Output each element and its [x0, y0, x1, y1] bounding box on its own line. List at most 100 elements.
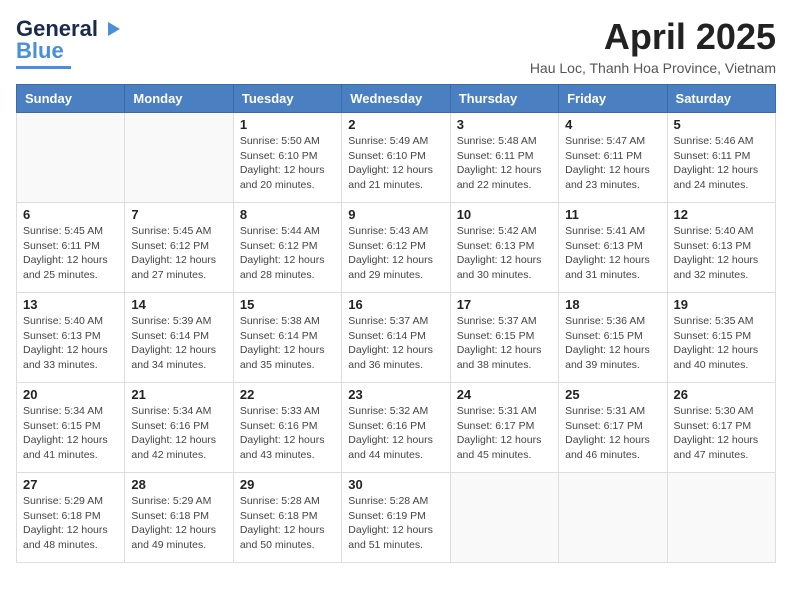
day-info: Sunrise: 5:32 AMSunset: 6:16 PMDaylight:… [348, 404, 443, 463]
day-number: 16 [348, 297, 443, 312]
day-number: 21 [131, 387, 226, 402]
week-row-2: 6 Sunrise: 5:45 AMSunset: 6:11 PMDaylight… [17, 203, 776, 293]
day-info: Sunrise: 5:29 AMSunset: 6:18 PMDaylight:… [23, 494, 118, 553]
day-number: 5 [674, 117, 769, 132]
calendar-cell: 30 Sunrise: 5:28 AMSunset: 6:19 PMDayligh… [342, 473, 450, 563]
day-number: 1 [240, 117, 335, 132]
header-tuesday: Tuesday [233, 85, 341, 113]
day-number: 12 [674, 207, 769, 222]
day-info: Sunrise: 5:46 AMSunset: 6:11 PMDaylight:… [674, 134, 769, 193]
day-number: 24 [457, 387, 552, 402]
calendar-cell: 3 Sunrise: 5:48 AMSunset: 6:11 PMDaylight… [450, 113, 558, 203]
calendar-cell: 7 Sunrise: 5:45 AMSunset: 6:12 PMDaylight… [125, 203, 233, 293]
day-info: Sunrise: 5:40 AMSunset: 6:13 PMDaylight:… [23, 314, 118, 373]
calendar-cell: 6 Sunrise: 5:45 AMSunset: 6:11 PMDaylight… [17, 203, 125, 293]
calendar-cell: 18 Sunrise: 5:36 AMSunset: 6:15 PMDayligh… [559, 293, 667, 383]
day-info: Sunrise: 5:36 AMSunset: 6:15 PMDaylight:… [565, 314, 660, 373]
day-info: Sunrise: 5:45 AMSunset: 6:11 PMDaylight:… [23, 224, 118, 283]
header-sunday: Sunday [17, 85, 125, 113]
day-number: 23 [348, 387, 443, 402]
day-number: 26 [674, 387, 769, 402]
day-info: Sunrise: 5:48 AMSunset: 6:11 PMDaylight:… [457, 134, 552, 193]
calendar-cell: 10 Sunrise: 5:42 AMSunset: 6:13 PMDayligh… [450, 203, 558, 293]
logo-icon [100, 18, 122, 40]
day-info: Sunrise: 5:42 AMSunset: 6:13 PMDaylight:… [457, 224, 552, 283]
week-row-3: 13Sunrise: 5:40 AMSunset: 6:13 PMDayligh… [17, 293, 776, 383]
day-info: Sunrise: 5:37 AMSunset: 6:14 PMDaylight:… [348, 314, 443, 373]
day-number: 10 [457, 207, 552, 222]
day-info: Sunrise: 5:50 AMSunset: 6:10 PMDaylight:… [240, 134, 335, 193]
calendar-cell: 25 Sunrise: 5:31 AMSunset: 6:17 PMDayligh… [559, 383, 667, 473]
calendar-cell: 27 Sunrise: 5:29 AMSunset: 6:18 PMDayligh… [17, 473, 125, 563]
day-number: 8 [240, 207, 335, 222]
subtitle: Hau Loc, Thanh Hoa Province, Vietnam [530, 60, 776, 76]
calendar-cell: 28Sunrise: 5:29 AMSunset: 6:18 PMDayligh… [125, 473, 233, 563]
calendar-cell: 9Sunrise: 5:43 AMSunset: 6:12 PMDaylight… [342, 203, 450, 293]
calendar-cell: 8 Sunrise: 5:44 AMSunset: 6:12 PMDaylight… [233, 203, 341, 293]
day-number: 2 [348, 117, 443, 132]
day-info: Sunrise: 5:41 AMSunset: 6:13 PMDaylight:… [565, 224, 660, 283]
page-header: General Blue April 2025 Hau Loc, Thanh H… [16, 16, 776, 76]
day-number: 15 [240, 297, 335, 312]
title-block: April 2025 Hau Loc, Thanh Hoa Province, … [530, 16, 776, 76]
day-info: Sunrise: 5:31 AMSunset: 6:17 PMDaylight:… [565, 404, 660, 463]
day-number: 29 [240, 477, 335, 492]
day-number: 19 [674, 297, 769, 312]
day-number: 11 [565, 207, 660, 222]
calendar-cell: 17Sunrise: 5:37 AMSunset: 6:15 PMDayligh… [450, 293, 558, 383]
calendar-cell: 4 Sunrise: 5:47 AMSunset: 6:11 PMDaylight… [559, 113, 667, 203]
calendar-cell: 22Sunrise: 5:33 AMSunset: 6:16 PMDayligh… [233, 383, 341, 473]
day-number: 20 [23, 387, 118, 402]
day-number: 6 [23, 207, 118, 222]
day-info: Sunrise: 5:44 AMSunset: 6:12 PMDaylight:… [240, 224, 335, 283]
day-info: Sunrise: 5:43 AMSunset: 6:12 PMDaylight:… [348, 224, 443, 283]
day-info: Sunrise: 5:39 AMSunset: 6:14 PMDaylight:… [131, 314, 226, 373]
day-info: Sunrise: 5:40 AMSunset: 6:13 PMDaylight:… [674, 224, 769, 283]
day-number: 4 [565, 117, 660, 132]
calendar-cell: 11 Sunrise: 5:41 AMSunset: 6:13 PMDayligh… [559, 203, 667, 293]
header-wednesday: Wednesday [342, 85, 450, 113]
calendar-cell: 21 Sunrise: 5:34 AMSunset: 6:16 PMDayligh… [125, 383, 233, 473]
calendar-cell: 19 Sunrise: 5:35 AMSunset: 6:15 PMDayligh… [667, 293, 775, 383]
day-info: Sunrise: 5:49 AMSunset: 6:10 PMDaylight:… [348, 134, 443, 193]
day-number: 3 [457, 117, 552, 132]
day-number: 30 [348, 477, 443, 492]
day-info: Sunrise: 5:35 AMSunset: 6:15 PMDaylight:… [674, 314, 769, 373]
day-info: Sunrise: 5:47 AMSunset: 6:11 PMDaylight:… [565, 134, 660, 193]
day-number: 18 [565, 297, 660, 312]
calendar-cell [17, 113, 125, 203]
calendar-header-row: SundayMondayTuesdayWednesdayThursdayFrid… [17, 85, 776, 113]
calendar-cell [667, 473, 775, 563]
week-row-4: 20Sunrise: 5:34 AMSunset: 6:15 PMDayligh… [17, 383, 776, 473]
week-row-5: 27 Sunrise: 5:29 AMSunset: 6:18 PMDayligh… [17, 473, 776, 563]
calendar-cell: 12 Sunrise: 5:40 AMSunset: 6:13 PMDayligh… [667, 203, 775, 293]
logo-text-blue: Blue [16, 38, 64, 64]
day-number: 7 [131, 207, 226, 222]
calendar-cell: 16 Sunrise: 5:37 AMSunset: 6:14 PMDayligh… [342, 293, 450, 383]
header-monday: Monday [125, 85, 233, 113]
day-info: Sunrise: 5:38 AMSunset: 6:14 PMDaylight:… [240, 314, 335, 373]
calendar-cell: 2 Sunrise: 5:49 AMSunset: 6:10 PMDaylight… [342, 113, 450, 203]
main-title: April 2025 [530, 16, 776, 58]
calendar-cell: 20Sunrise: 5:34 AMSunset: 6:15 PMDayligh… [17, 383, 125, 473]
day-number: 27 [23, 477, 118, 492]
header-friday: Friday [559, 85, 667, 113]
calendar-cell: 24 Sunrise: 5:31 AMSunset: 6:17 PMDayligh… [450, 383, 558, 473]
day-info: Sunrise: 5:34 AMSunset: 6:16 PMDaylight:… [131, 404, 226, 463]
calendar-cell: 15 Sunrise: 5:38 AMSunset: 6:14 PMDayligh… [233, 293, 341, 383]
day-info: Sunrise: 5:28 AMSunset: 6:19 PMDaylight:… [348, 494, 443, 553]
calendar-cell: 26 Sunrise: 5:30 AMSunset: 6:17 PMDayligh… [667, 383, 775, 473]
calendar-cell: 1 Sunrise: 5:50 AMSunset: 6:10 PMDaylight… [233, 113, 341, 203]
calendar-cell [450, 473, 558, 563]
day-info: Sunrise: 5:29 AMSunset: 6:18 PMDaylight:… [131, 494, 226, 553]
header-thursday: Thursday [450, 85, 558, 113]
logo-underline [16, 66, 71, 69]
day-info: Sunrise: 5:45 AMSunset: 6:12 PMDaylight:… [131, 224, 226, 283]
day-info: Sunrise: 5:31 AMSunset: 6:17 PMDaylight:… [457, 404, 552, 463]
day-info: Sunrise: 5:33 AMSunset: 6:16 PMDaylight:… [240, 404, 335, 463]
day-info: Sunrise: 5:30 AMSunset: 6:17 PMDaylight:… [674, 404, 769, 463]
calendar-cell: 5 Sunrise: 5:46 AMSunset: 6:11 PMDaylight… [667, 113, 775, 203]
day-number: 25 [565, 387, 660, 402]
day-info: Sunrise: 5:28 AMSunset: 6:18 PMDaylight:… [240, 494, 335, 553]
header-saturday: Saturday [667, 85, 775, 113]
